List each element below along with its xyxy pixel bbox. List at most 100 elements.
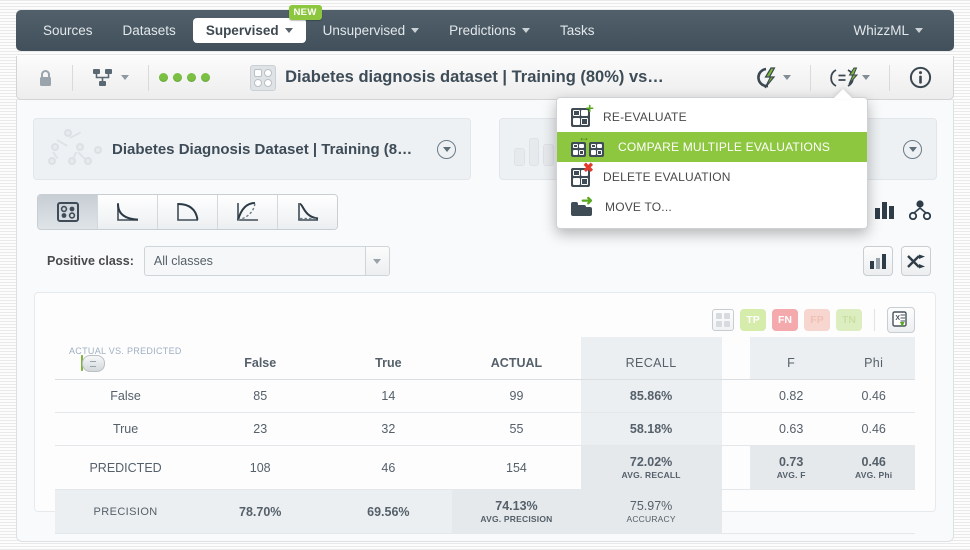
page-title: Diabetes diagnosis dataset | Training (8… xyxy=(250,64,664,91)
cell-true-false[interactable]: 23 xyxy=(196,412,325,446)
grid-icon[interactable] xyxy=(712,309,734,331)
cell-avg-f: 0.73 AVG. F xyxy=(749,445,833,490)
tab-precision-recall-curve[interactable] xyxy=(158,195,218,229)
pill-false-positive[interactable]: FP xyxy=(804,309,830,331)
positive-class-actions xyxy=(863,246,931,276)
model-node-icon[interactable] xyxy=(908,199,932,225)
model-card-caret-button[interactable] xyxy=(437,139,456,159)
tab-roc-curve[interactable] xyxy=(98,195,158,229)
info-icon[interactable] xyxy=(900,66,941,89)
avg-f-value: 0.73 xyxy=(778,455,804,469)
main-navbar: Sources Datasets Supervised NEW Unsuperv… xyxy=(16,5,954,51)
cell-grand-total: 154 xyxy=(452,445,581,490)
accuracy-value: 75.97% xyxy=(629,499,673,513)
status-dot xyxy=(187,73,196,82)
toolbar-divider xyxy=(874,309,875,331)
pill-true-negative[interactable]: TN xyxy=(836,309,862,331)
menu-item-label: DELETE EVALUATION xyxy=(603,170,731,184)
divider xyxy=(809,64,811,91)
cell-precision-false: 78.70% xyxy=(196,489,325,534)
cell-false-true[interactable]: 14 xyxy=(324,379,453,413)
column-header-phi: Phi xyxy=(832,337,915,380)
bar-chart-icon xyxy=(869,253,886,269)
cell-predicted-true: 46 xyxy=(324,445,453,490)
actual-vs-predicted-label: ACTUAL VS. PREDICTED xyxy=(69,346,182,356)
account-label: WhizzML xyxy=(853,23,909,38)
shuffle-icon xyxy=(906,254,925,268)
menu-item-move-to[interactable]: ➜ MOVE TO... xyxy=(557,192,867,222)
chevron-down-icon[interactable] xyxy=(364,247,389,275)
nav-item-tasks[interactable]: Tasks xyxy=(547,18,608,43)
cell-false-false[interactable]: 85 xyxy=(196,379,325,413)
app-root: Sources Datasets Supervised NEW Unsuperv… xyxy=(0,0,970,550)
chevron-down-icon xyxy=(284,28,293,33)
cell-precision-true: 69.56% xyxy=(324,489,453,534)
cell-predicted-false: 108 xyxy=(196,445,325,490)
project-tree-icon[interactable] xyxy=(83,68,138,88)
tab-confusion-matrix[interactable] xyxy=(38,195,98,229)
cell-avg-phi: 0.46 AVG. Phi xyxy=(832,445,915,490)
move-folder-icon: ➜ xyxy=(571,193,593,216)
cell-avg-precision: 74.13% AVG. PRECISION xyxy=(452,489,581,534)
avg-precision-value: 74.13% xyxy=(495,499,538,513)
gap-cell xyxy=(721,337,750,380)
model-card[interactable]: Diabetes Diagnosis Dataset | Training (8… xyxy=(33,118,471,180)
page-title-text: Diabetes diagnosis dataset | Training (8… xyxy=(285,68,664,86)
column-header-f: F xyxy=(749,337,833,380)
menu-item-delete-evaluation[interactable]: ✖ DELETE EVALUATION xyxy=(557,161,867,192)
confusion-matrix-container: TP FN FP TN X ACTUAL VS. PREDICTED False… xyxy=(34,292,936,534)
table-header-row: ACTUAL VS. PREDICTED False True ACTUAL R… xyxy=(55,337,915,380)
pill-false-negative[interactable]: FN xyxy=(772,309,798,331)
cell-phi-false: 0.46 xyxy=(832,379,915,413)
nav-label: Sources xyxy=(43,23,93,38)
lock-icon[interactable] xyxy=(29,69,62,87)
chevron-down-icon xyxy=(915,28,923,33)
nav-item-sources[interactable]: Sources xyxy=(30,18,106,43)
table-toolbar: TP FN FP TN X xyxy=(55,303,915,337)
chart-tabs xyxy=(37,194,338,230)
nav-item-account[interactable]: WhizzML xyxy=(840,18,936,43)
nav-item-predictions[interactable]: Predictions xyxy=(436,18,543,43)
pill-true-positive[interactable]: TP xyxy=(740,309,766,331)
navbar-right: WhizzML xyxy=(840,18,940,43)
nav-label: Supervised xyxy=(205,23,279,38)
nav-label: Predictions xyxy=(449,23,516,38)
cell-phi-true: 0.46 xyxy=(832,412,915,446)
nav-label: Unsupervised xyxy=(322,23,406,38)
nav-label: Datasets xyxy=(122,23,176,38)
cell-true-true[interactable]: 32 xyxy=(324,412,453,446)
tab-ks-curve[interactable] xyxy=(278,195,337,229)
confusion-matrix-icon xyxy=(56,202,79,222)
row-label-false: False xyxy=(55,379,197,413)
chevron-down-icon xyxy=(782,75,791,80)
gap-cell xyxy=(721,379,750,413)
menu-item-label: MOVE TO... xyxy=(605,200,672,214)
chart-toggle-button[interactable] xyxy=(863,246,893,276)
column-header-true: True xyxy=(324,337,453,380)
divider xyxy=(72,64,73,91)
nav-item-datasets[interactable]: Datasets xyxy=(110,18,189,43)
nav-item-unsupervised[interactable]: Unsupervised xyxy=(310,18,433,43)
swap-axes-button[interactable] xyxy=(901,246,931,276)
tab-gain-curve[interactable] xyxy=(218,195,278,229)
positive-class-value: All classes xyxy=(153,254,213,268)
row-label-true: True xyxy=(55,412,197,446)
actual-vs-predicted-toggle[interactable] xyxy=(81,355,83,371)
menu-item-re-evaluate[interactable]: + RE-EVALUATE xyxy=(557,101,867,132)
nav-item-supervised[interactable]: Supervised NEW xyxy=(192,5,322,43)
avg-f-sub: AVG. F xyxy=(776,470,806,480)
cell-accuracy: 75.97% ACCURACY xyxy=(580,489,722,534)
divider xyxy=(888,64,890,91)
export-excel-icon[interactable]: X xyxy=(887,307,915,333)
scripts-menu-icon[interactable] xyxy=(821,67,879,89)
chevron-down-icon xyxy=(121,75,129,80)
resource-actions xyxy=(744,64,941,91)
table-row: False 85 14 99 85.86% 0.82 0.46 xyxy=(55,379,915,413)
actions-menu-icon[interactable] xyxy=(744,66,800,89)
dataset-card-caret-button[interactable] xyxy=(903,139,922,159)
menu-item-compare-multiple-evaluations[interactable]: ↔ COMPARE MULTIPLE EVALUATIONS xyxy=(557,131,867,162)
model-card-title: Diabetes Diagnosis Dataset | Training (8… xyxy=(112,140,413,158)
positive-class-select[interactable]: All classes xyxy=(143,246,390,276)
compare-evaluations-icon: ↔ xyxy=(571,131,605,157)
histogram-icon[interactable] xyxy=(874,200,895,225)
